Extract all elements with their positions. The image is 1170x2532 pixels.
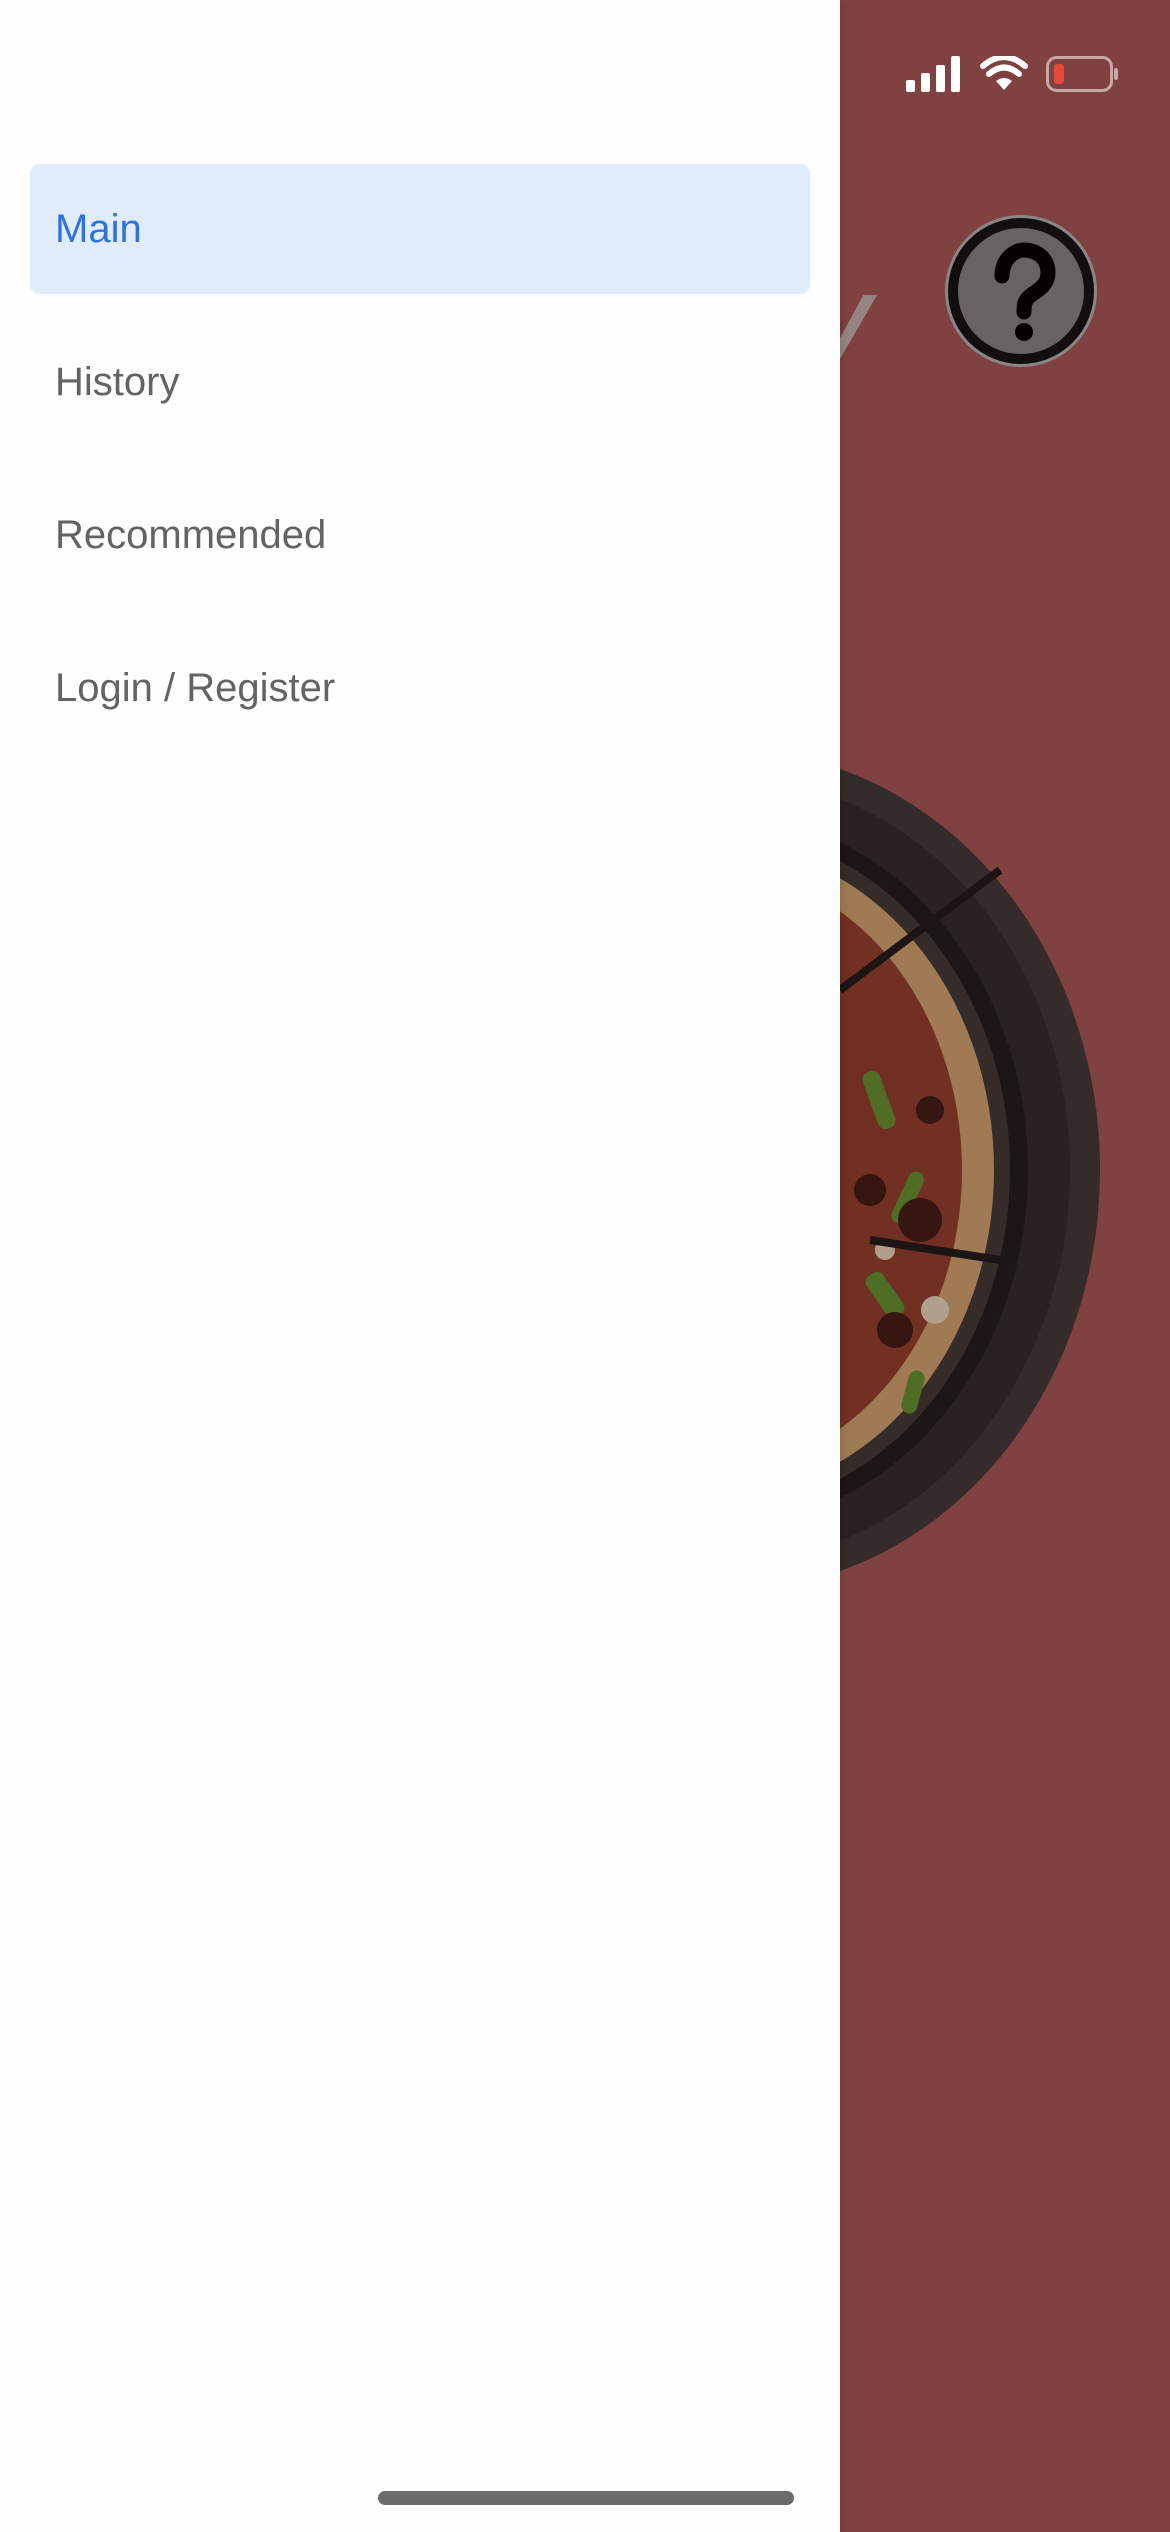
drawer-item-main[interactable]: Main [30, 164, 810, 294]
drawer-item-label: History [55, 359, 180, 404]
drawer-item-login-register[interactable]: Login / Register [30, 623, 810, 753]
drawer-item-recommended[interactable]: Recommended [30, 470, 810, 600]
screen: y [0, 0, 1170, 2532]
cellular-signal-icon [906, 56, 960, 92]
drawer-item-label: Main [55, 206, 142, 251]
navigation-drawer: Main History Recommended Login / Registe… [0, 0, 840, 2532]
drawer-item-history[interactable]: History [30, 317, 810, 447]
wifi-icon [980, 56, 1028, 90]
battery-low-icon [1046, 56, 1118, 92]
help-button[interactable] [948, 218, 1094, 364]
drawer-item-label: Login / Register [55, 665, 336, 710]
drawer-item-label: Recommended [55, 512, 327, 557]
question-mark-icon [994, 242, 1056, 341]
home-indicator[interactable] [378, 2491, 794, 2505]
status-bar [906, 52, 1120, 96]
